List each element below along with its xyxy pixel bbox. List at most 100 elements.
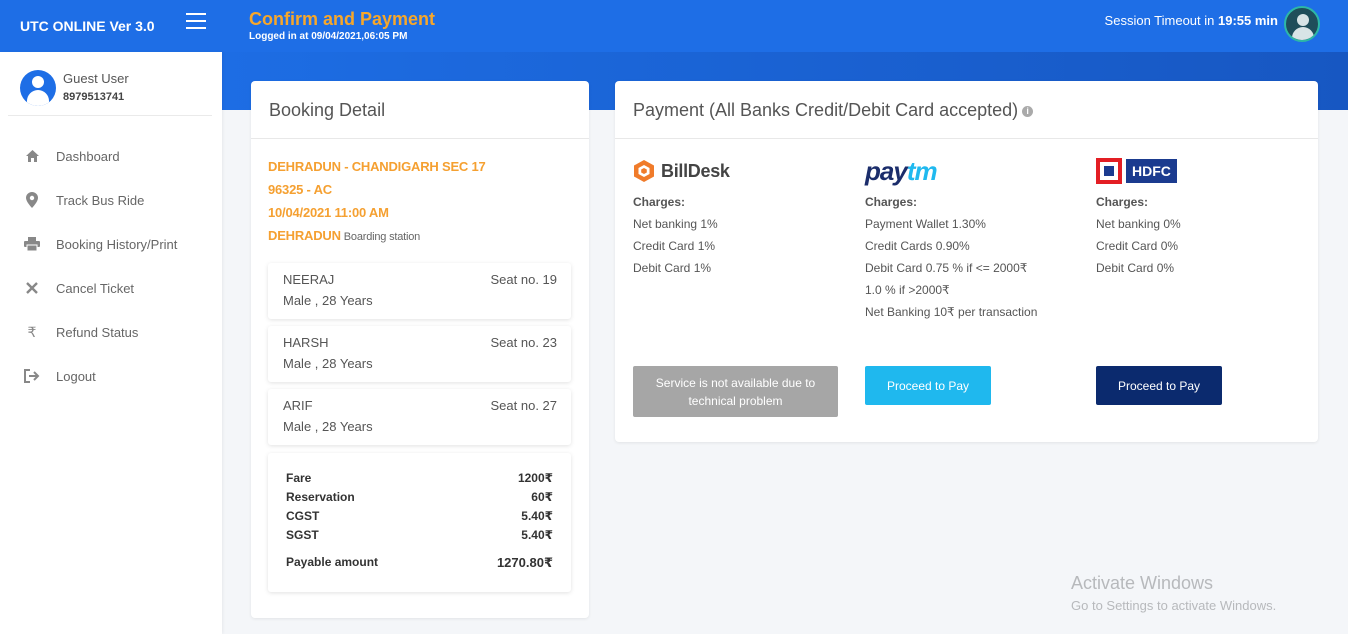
home-icon [24, 148, 40, 164]
sidebar-item-booking-history[interactable]: Booking History/Print [0, 222, 222, 266]
fare-label: Reservation [286, 490, 355, 504]
payable-amount: 1270.80₹ [496, 555, 553, 570]
passenger-card: NEERAJ Seat no. 19 Male , 28 Years [268, 263, 571, 319]
sidebar-item-dashboard[interactable]: Dashboard [0, 134, 222, 178]
profile-avatar-icon[interactable] [1284, 6, 1320, 42]
sidebar-nav: Dashboard Track Bus Ride Booking History… [0, 134, 222, 398]
session-timeout-label: Session Timeout in [1104, 13, 1215, 28]
paytm-logo-text-tm: tm [906, 155, 938, 186]
departure-datetime: 10/04/2021 11:00 AM [268, 205, 389, 220]
top-bar: UTC ONLINE Ver 3.0 Confirm and Payment L… [0, 0, 1348, 52]
charge-line: Credit Card 0% [1096, 239, 1179, 253]
user-name: Guest User [63, 71, 129, 86]
paytm-option: paytm Charges: Payment Wallet 1.30% Cred… [865, 155, 1085, 327]
passenger-card: HARSH Seat no. 23 Male , 28 Years [268, 326, 571, 382]
watermark-line1: Activate Windows [1071, 573, 1214, 593]
fare-amount: 60₹ [531, 490, 553, 504]
info-icon[interactable]: i [1022, 105, 1034, 117]
fare-label: Fare [286, 471, 312, 485]
passenger-info: Male , 28 Years [283, 419, 373, 434]
charge-line: Net banking 1% [633, 217, 718, 231]
passenger-name: ARIF [283, 398, 313, 413]
sidebar-item-label: Refund Status [56, 324, 139, 340]
charge-line: Net banking 0% [1096, 217, 1181, 231]
payment-title: Payment (All Banks Credit/Debit Card acc… [633, 100, 1019, 120]
sidebar-item-refund-status[interactable]: ₹ Refund Status [0, 310, 222, 354]
passenger-seat: Seat no. 27 [490, 398, 558, 413]
paytm-logo: paytm [865, 155, 938, 186]
fare-summary: Fare 1200₹ Reservation 60₹ CGST 5.40₹ SG… [268, 453, 571, 592]
sidebar-item-cancel-ticket[interactable]: Cancel Ticket [0, 266, 222, 310]
charge-line: 1.0 % if >2000₹ [865, 283, 950, 297]
sidebar-item-track-bus-ride[interactable]: Track Bus Ride [0, 178, 222, 222]
hdfc-proceed-to-pay-button[interactable]: Proceed to Pay [1096, 366, 1222, 405]
map-pin-icon [24, 192, 40, 208]
charges-label: Charges: [865, 195, 918, 209]
fare-amount: 1200₹ [517, 471, 553, 485]
sidebar-item-logout[interactable]: Logout [0, 354, 222, 398]
billdesk-logo: BillDesk [633, 157, 730, 185]
page-title: Confirm and Payment [249, 9, 436, 29]
sidebar-item-label: Track Bus Ride [56, 192, 145, 208]
hdfc-logo: HDFC [1096, 157, 1177, 185]
user-phone: 8979513741 [63, 91, 125, 103]
user-avatar-icon [20, 70, 56, 106]
close-icon [24, 280, 40, 296]
watermark-line2: Go to Settings to activate Windows. [1071, 598, 1277, 613]
sidebar: Guest User 8979513741 Dashboard Track Bu… [0, 52, 222, 634]
passenger-card: ARIF Seat no. 27 Male , 28 Years [268, 389, 571, 445]
charge-line: Payment Wallet 1.30% [865, 217, 986, 231]
fare-amount: 5.40₹ [521, 528, 553, 542]
menu-icon[interactable] [186, 13, 206, 29]
logged-in-time: Logged in at 09/04/2021,06:05 PM [249, 31, 408, 42]
passenger-name: NEERAJ [283, 272, 335, 287]
charge-line: Credit Cards 0.90% [865, 239, 970, 253]
billdesk-unavailable-button: Service is not available due to technica… [633, 366, 838, 417]
sidebar-item-label: Booking History/Print [56, 236, 178, 252]
charges-label: Charges: [1096, 195, 1149, 209]
route-name: DEHRADUN - CHANDIGARH SEC 17 [268, 159, 486, 174]
booking-detail-title: Booking Detail [251, 81, 589, 139]
payable-label: Payable amount [286, 555, 379, 569]
boarding-station: DEHRADUN Boarding station [268, 228, 572, 243]
passenger-seat: Seat no. 23 [490, 335, 558, 350]
passenger-info: Male , 28 Years [283, 356, 373, 371]
route-info: DEHRADUN - CHANDIGARH SEC 17 96325 - AC … [251, 139, 589, 243]
charge-line: Debit Card 0.75 % if <= 2000₹ [865, 261, 1028, 275]
booking-detail-card: Booking Detail DEHRADUN - CHANDIGARH SEC… [251, 81, 589, 618]
charge-line: Debit Card 1% [633, 261, 712, 275]
boarding-label: Boarding station [343, 231, 421, 243]
passenger-name: HARSH [283, 335, 329, 350]
user-profile: Guest User 8979513741 [8, 58, 212, 116]
billdesk-hex-icon [634, 160, 654, 182]
hdfc-logo-text: HDFC [1126, 159, 1177, 183]
charge-line: Debit Card 0% [1096, 261, 1175, 275]
fare-label: SGST [286, 528, 319, 542]
fare-amount: 5.40₹ [521, 509, 553, 523]
fare-label: CGST [286, 509, 320, 523]
charge-line: Net Banking 10₹ per transaction [865, 305, 1038, 319]
sidebar-item-label: Logout [56, 368, 96, 384]
billdesk-logo-text: BillDesk [661, 160, 730, 181]
payable-row: Payable amount 1270.80₹ [286, 555, 553, 574]
service-number: 96325 - AC [268, 182, 332, 197]
session-timeout: Session Timeout in 19:55 min [1105, 13, 1278, 28]
logout-icon [24, 368, 40, 384]
printer-icon [24, 236, 40, 252]
payment-title-row: Payment (All Banks Credit/Debit Card acc… [615, 81, 1318, 139]
fare-row: SGST 5.40₹ [286, 528, 553, 547]
passenger-info: Male , 28 Years [283, 293, 373, 308]
fare-row: CGST 5.40₹ [286, 509, 553, 528]
sidebar-item-label: Cancel Ticket [56, 280, 135, 296]
paytm-proceed-to-pay-button[interactable]: Proceed to Pay [865, 366, 991, 405]
charge-line: Credit Card 1% [633, 239, 716, 253]
hdfc-option: HDFC Charges: Net banking 0% Credit Card… [1096, 157, 1316, 283]
boarding-point: DEHRADUN [268, 228, 341, 243]
session-timeout-value: 19:55 min [1218, 13, 1278, 28]
payment-card: Payment (All Banks Credit/Debit Card acc… [615, 81, 1318, 442]
hdfc-square-icon [1096, 158, 1122, 184]
paytm-logo-text-pay: pay [865, 155, 908, 186]
rupee-icon: ₹ [27, 323, 37, 340]
fare-row: Fare 1200₹ [286, 471, 553, 490]
billdesk-option: BillDesk Charges: Net banking 1% Credit … [633, 157, 853, 283]
